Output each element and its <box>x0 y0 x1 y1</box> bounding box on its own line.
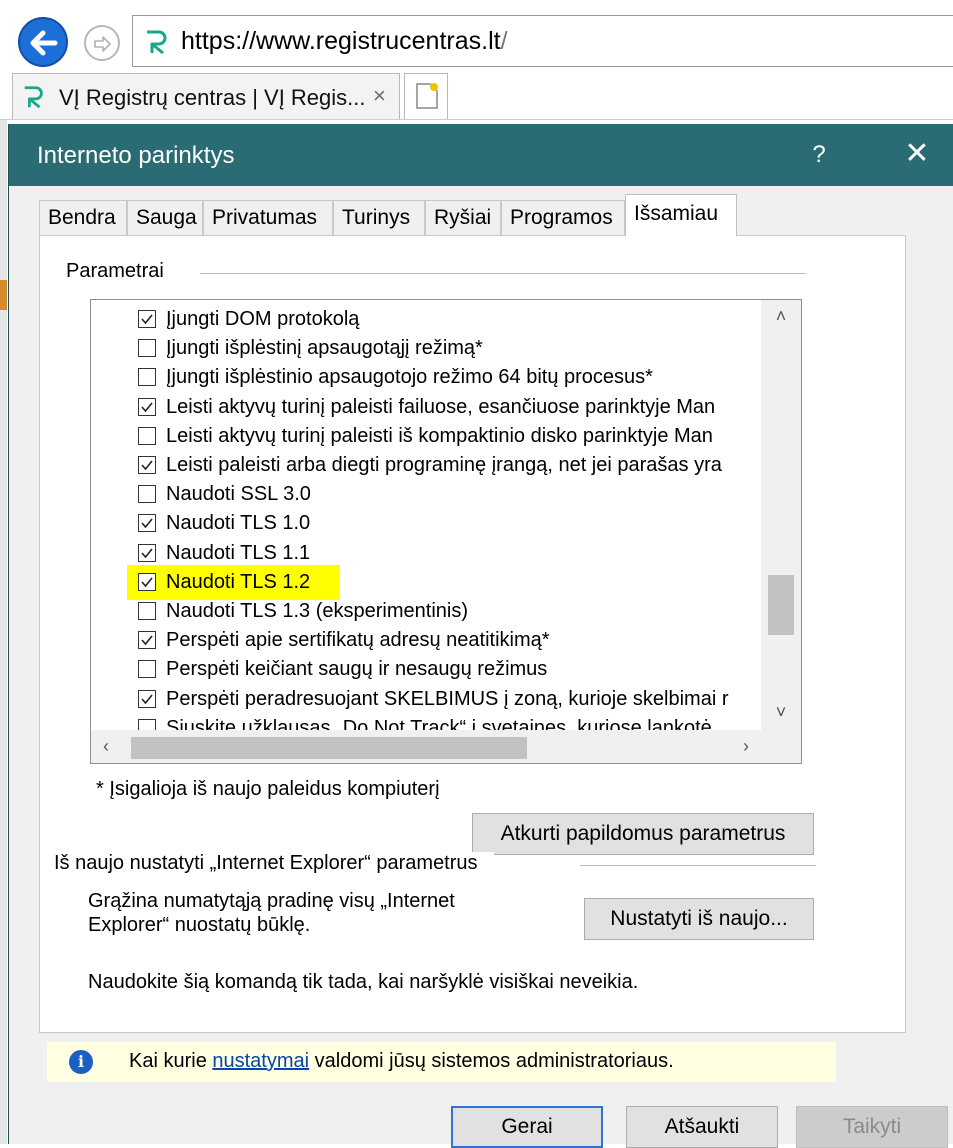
reset-group-divider <box>580 865 816 866</box>
reset-description: Grąžina numatytąją pradinę visų „Interne… <box>88 890 455 936</box>
setting-label: Įjungti išplėstinį apsaugotąjį režimą* <box>166 337 483 360</box>
back-button[interactable] <box>18 17 68 67</box>
close-tab-icon[interactable]: × <box>373 83 386 109</box>
setting-checkbox[interactable] <box>138 602 156 620</box>
scroll-right-icon[interactable]: › <box>733 736 759 757</box>
new-tab-button[interactable] <box>404 73 448 119</box>
setting-checkbox[interactable] <box>138 456 156 474</box>
scroll-left-icon[interactable]: ‹ <box>93 736 119 757</box>
tab-issamiau[interactable]: Išsamiau <box>625 194 737 236</box>
address-bar[interactable]: https://www.registrucentras.lt/ <box>132 15 953 67</box>
internet-options-dialog: Interneto parinktys ? ✕ Bendra Sauga Pri… <box>8 124 953 1148</box>
setting-label: Įjungti DOM protokolą <box>166 308 360 330</box>
admin-info-bar: i Kai kurie nustatymai valdomi jūsų sist… <box>47 1042 836 1082</box>
setting-checkbox[interactable] <box>138 310 156 328</box>
browser-tab-title: VĮ Registrų centras | VĮ Regis... <box>59 85 366 110</box>
ok-button[interactable]: Gerai <box>451 1106 603 1148</box>
dialog-titlebar: Interneto parinktys ? ✕ <box>9 124 953 186</box>
checkmark-icon <box>141 314 153 325</box>
settings-list[interactable]: Įjungti DOM protokolą Įjungti išplėstinį … <box>90 299 802 764</box>
tab-sauga[interactable]: Sauga <box>127 200 203 235</box>
advanced-tab-panel: Parametrai Įjungti DOM protokolą Įjungti … <box>39 235 906 1033</box>
setting-checkbox[interactable] <box>138 660 156 679</box>
checkmark-icon <box>141 577 153 588</box>
setting-checkbox[interactable] <box>138 485 156 504</box>
scroll-up-icon[interactable]: ˄ <box>768 306 794 327</box>
scroll-down-icon[interactable]: ˅ <box>768 702 794 723</box>
setting-label: Perspėti apie sertifikatų adresų neatiti… <box>166 629 550 652</box>
info-icon: i <box>69 1050 93 1074</box>
tab-turinys[interactable]: Turinys <box>333 200 425 235</box>
checkmark-icon <box>141 518 153 529</box>
settings-list-content: Įjungti DOM protokolą Įjungti išplėstinį … <box>91 300 761 730</box>
setting-label: Naudoti TLS 1.1 <box>166 541 311 564</box>
setting-label: Įjungti išplėstinio apsaugotojo režimo 6… <box>166 366 653 389</box>
reset-button[interactable]: Nustatyti iš naujo... <box>584 898 814 940</box>
apply-button[interactable]: Taikyti <box>796 1106 948 1148</box>
help-button[interactable]: ? <box>799 138 839 172</box>
browser-page-edge <box>0 120 7 1144</box>
setting-label: Naudoti TLS 1.3 (eksperimentinis) <box>166 600 468 622</box>
scroll-corner <box>761 730 801 763</box>
setting-label: Perspėti keičiant saugų ir nesaugų režim… <box>166 658 548 681</box>
browser-tab-bar: VĮ Registrų centras | VĮ Regis... × <box>0 69 953 120</box>
cancel-button[interactable]: Atšaukti <box>626 1106 778 1148</box>
new-tab-icon <box>416 83 438 109</box>
setting-checkbox[interactable] <box>138 426 156 445</box>
setting-label: Leisti aktyvų turinį paleisti failuose, … <box>166 395 716 418</box>
horizontal-scroll-thumb[interactable] <box>131 737 527 759</box>
admin-info-text: Kai kurie nustatymai valdomi jūsų sistem… <box>129 1050 674 1072</box>
tab-bendra[interactable]: Bendra <box>39 200 127 235</box>
settings-group-label: Parametrai <box>66 260 180 283</box>
back-arrow-icon <box>30 30 58 56</box>
settings-link[interactable]: nustatymai <box>212 1050 309 1072</box>
checkmark-icon <box>141 548 153 558</box>
horizontal-scrollbar[interactable]: ‹ › <box>91 730 761 763</box>
setting-label: Perspėti peradresuojant SKELBIMUS į zoną… <box>166 687 729 710</box>
vertical-scroll-thumb[interactable] <box>768 575 794 635</box>
browser-tab[interactable]: VĮ Registrų centras | VĮ Regis... × <box>12 73 400 119</box>
checkmark-icon <box>141 694 153 704</box>
dialog-title: Interneto parinktys <box>37 142 235 169</box>
site-logo-icon <box>24 86 43 109</box>
restore-advanced-settings-button[interactable]: Atkurti papildomus parametrus <box>472 813 814 855</box>
vertical-scrollbar[interactable]: ˄ ˅ <box>761 300 801 730</box>
setting-checkbox[interactable] <box>138 572 156 591</box>
group-divider <box>200 273 806 274</box>
setting-checkbox[interactable] <box>138 689 156 708</box>
setting-checkbox[interactable] <box>138 543 156 562</box>
url-text: https://www.registrucentras.lt/ <box>181 27 508 55</box>
setting-checkbox[interactable] <box>138 718 156 730</box>
setting-label: Leisti aktyvų turinį paleisti iš kompakt… <box>166 424 713 447</box>
setting-label: Naudoti SSL 3.0 <box>166 483 311 506</box>
tab-rysiai[interactable]: Ryšiai <box>425 200 501 235</box>
setting-checkbox[interactable] <box>138 514 156 533</box>
tab-privatumas[interactable]: Privatumas <box>203 200 333 235</box>
setting-label: Leisti paleisti arba diegti programinę į… <box>166 454 722 476</box>
page-edge-mark <box>0 280 7 310</box>
close-dialog-button[interactable]: ✕ <box>889 134 945 174</box>
setting-checkbox[interactable] <box>138 368 156 387</box>
setting-label: Naudoti TLS 1.0 <box>166 512 311 535</box>
site-logo-icon <box>147 30 167 55</box>
reset-warning: Naudokite šią komandą tik tada, kai narš… <box>88 971 639 993</box>
setting-label: Naudoti TLS 1.2 <box>166 570 311 593</box>
reset-group-label: Iš naujo nustatyti „Internet Explorer“ p… <box>54 852 494 875</box>
forward-arrow-icon <box>94 36 111 52</box>
checkmark-icon <box>141 635 153 646</box>
checkmark-icon <box>141 402 153 412</box>
setting-checkbox[interactable] <box>138 339 156 358</box>
tab-programos[interactable]: Programos <box>501 200 625 235</box>
checkmark-icon <box>141 460 153 471</box>
setting-checkbox[interactable] <box>138 631 156 650</box>
forward-button[interactable] <box>84 25 120 61</box>
setting-label: Siųskite užklausas „Do Not Track“ į svet… <box>166 716 712 730</box>
restart-note: * Įsigalioja iš naujo paleidus kompiuter… <box>96 778 440 800</box>
setting-checkbox[interactable] <box>138 397 156 416</box>
